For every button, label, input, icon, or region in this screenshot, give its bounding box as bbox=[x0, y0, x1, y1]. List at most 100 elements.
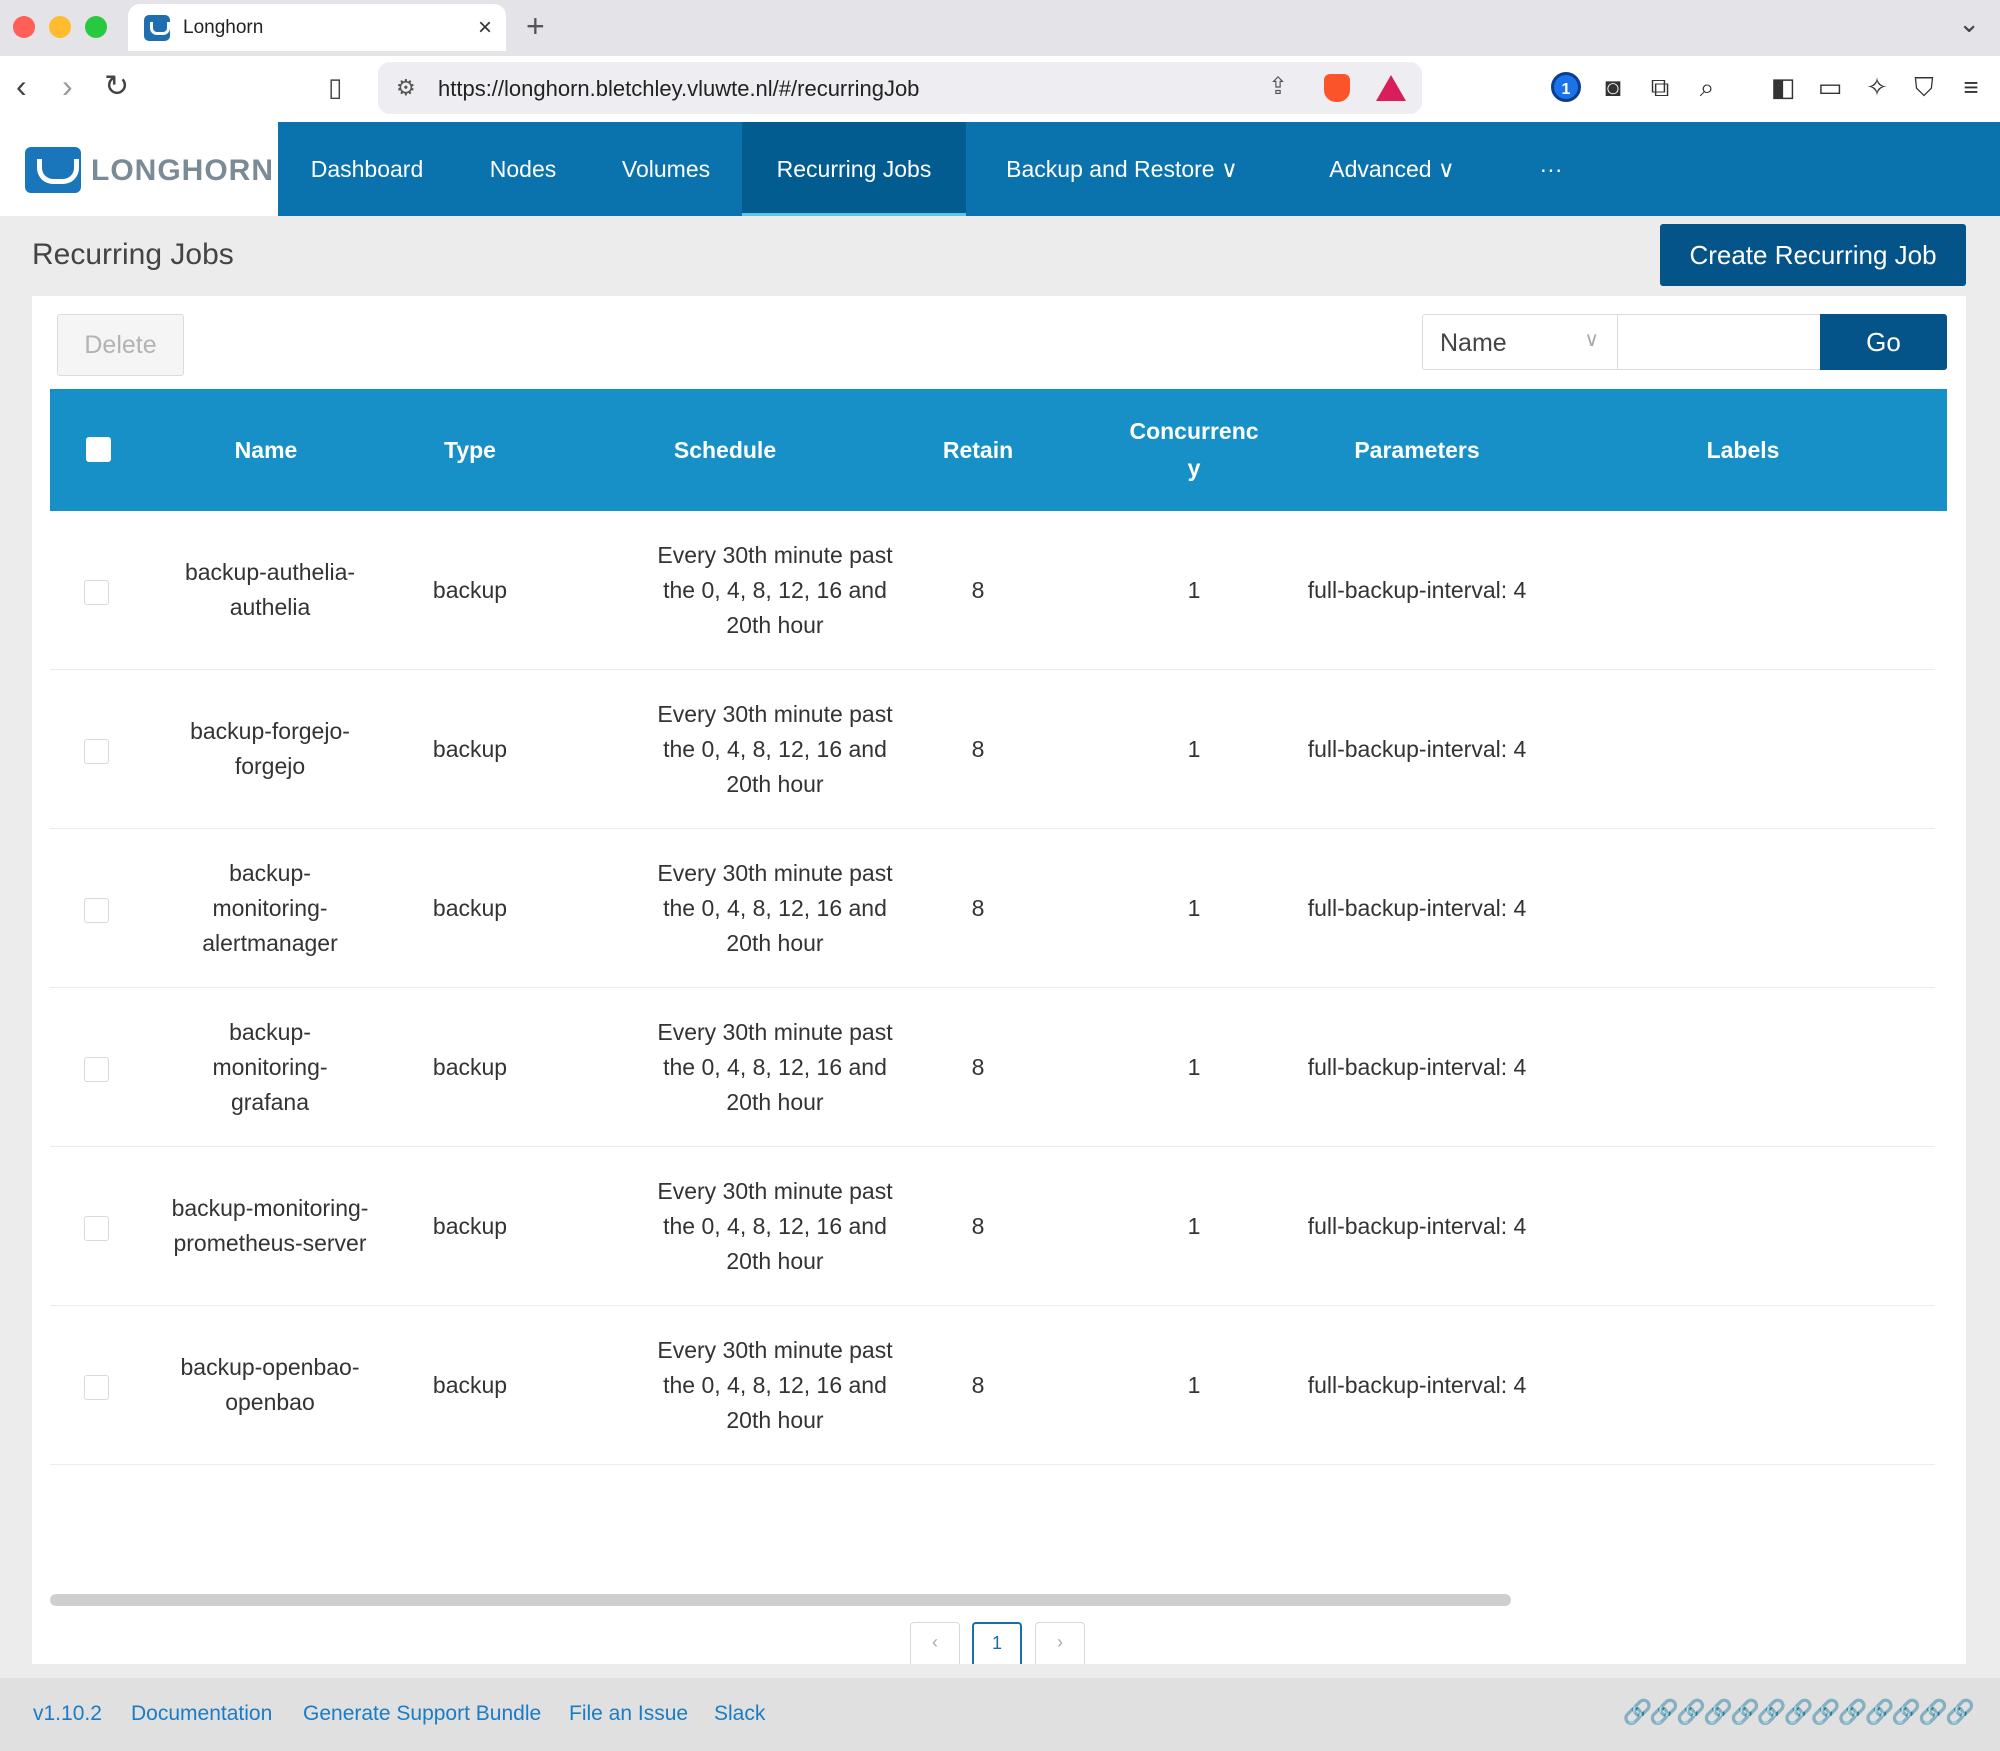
connected-chain-icon: 🔗 bbox=[1837, 1699, 1868, 1726]
cell-concurrency: 1 bbox=[1187, 576, 1201, 603]
footer-slack-link[interactable]: Slack bbox=[714, 1702, 765, 1726]
cell-labels bbox=[1670, 511, 1816, 669]
forward-icon[interactable]: › bbox=[62, 70, 73, 102]
cell-schedule: Every 30th minute past the 0, 4, 8, 12, … bbox=[657, 859, 893, 956]
cell-name[interactable]: backup-monitoring-prometheus-server bbox=[170, 1147, 370, 1305]
column-header-name[interactable]: Name bbox=[142, 389, 390, 511]
back-icon[interactable]: ‹ bbox=[16, 70, 27, 102]
row-checkbox[interactable] bbox=[84, 739, 109, 764]
chevron-down-icon: ∨ bbox=[1584, 329, 1599, 351]
footer-support-bundle-link[interactable]: Generate Support Bundle bbox=[303, 1702, 541, 1726]
filter-field-select[interactable]: Name ∨ bbox=[1422, 314, 1618, 370]
extension-icon[interactable]: ◙ bbox=[1598, 72, 1628, 102]
cell-name[interactable]: backup-forgejo-forgejo bbox=[180, 670, 360, 828]
nav-recurring-jobs[interactable]: Recurring Jobs bbox=[742, 122, 966, 216]
column-header-concurrency[interactable]: Concurrenc y bbox=[1129, 389, 1258, 511]
cell-retain: 8 bbox=[971, 1212, 985, 1239]
filter-field-value: Name bbox=[1440, 329, 1507, 357]
footer: v1.10.2 Documentation Generate Support B… bbox=[0, 1678, 2000, 1751]
tab-close-icon[interactable]: × bbox=[478, 14, 492, 42]
cell-labels bbox=[1670, 1306, 1816, 1464]
bookmark-icon[interactable]: ▯ bbox=[328, 74, 342, 100]
zoom-window-button[interactable] bbox=[85, 16, 107, 38]
cell-schedule: Every 30th minute past the 0, 4, 8, 12, … bbox=[657, 1018, 893, 1115]
tab-title: Longhorn bbox=[183, 17, 264, 38]
recurring-jobs-card: Delete Name ∨ Go Name Type Schedule Reta… bbox=[32, 296, 1966, 1664]
close-window-button[interactable] bbox=[13, 16, 35, 38]
new-tab-button[interactable]: + bbox=[526, 8, 545, 45]
wallet-icon[interactable]: ▭ bbox=[1815, 72, 1845, 102]
footer-documentation-link[interactable]: Documentation bbox=[131, 1702, 272, 1726]
nav-dashboard[interactable]: Dashboard bbox=[278, 122, 456, 216]
cell-type: backup bbox=[432, 735, 508, 762]
table-row: backup-authelia-authelia backup Every 30… bbox=[50, 511, 1935, 670]
row-checkbox[interactable] bbox=[84, 1057, 109, 1082]
connection-status-chain-icons: 🔗🔗🔗🔗🔗🔗🔗🔗🔗🔗🔗🔗🔗 bbox=[1622, 1699, 1975, 1726]
nav-advanced[interactable]: Advanced ∨ bbox=[1298, 122, 1486, 216]
cell-name[interactable]: backup-authelia-authelia bbox=[170, 511, 370, 669]
cell-name[interactable]: backup-monitoring-alertmanager bbox=[190, 829, 350, 987]
cell-retain: 8 bbox=[971, 735, 985, 762]
cell-parameters: full-backup-interval: 4 bbox=[1307, 894, 1527, 921]
sidebar-icon[interactable]: ◧ bbox=[1768, 72, 1798, 102]
nav-backup-and-restore[interactable]: Backup and Restore ∨ bbox=[966, 122, 1278, 216]
pagination-next-button[interactable]: › bbox=[1035, 1622, 1085, 1664]
column-header-labels[interactable]: Labels bbox=[1670, 389, 1816, 511]
horizontal-scrollbar[interactable] bbox=[50, 1594, 1511, 1606]
row-checkbox[interactable] bbox=[84, 898, 109, 923]
cell-type: backup bbox=[432, 576, 508, 603]
cell-parameters: full-backup-interval: 4 bbox=[1307, 576, 1527, 603]
page-content: Recurring Jobs Create Recurring Job Dele… bbox=[0, 216, 2000, 1678]
page-title: Recurring Jobs bbox=[32, 238, 234, 271]
column-header-parameters[interactable]: Parameters bbox=[1242, 389, 1592, 511]
tab-list-chevron-icon[interactable]: ⌄ bbox=[1958, 8, 1980, 39]
puzzle-extensions-icon[interactable]: ⧉ bbox=[1645, 72, 1675, 102]
address-bar[interactable]: ⚙ https://longhorn.bletchley.vluwte.nl/#… bbox=[378, 62, 1422, 114]
table-row: backup-monitoring-grafana backup Every 3… bbox=[50, 988, 1935, 1147]
cell-concurrency: 1 bbox=[1187, 1053, 1201, 1080]
minimize-window-button[interactable] bbox=[49, 16, 71, 38]
cell-name[interactable]: backup-openbao-openbao bbox=[170, 1306, 370, 1464]
url-text[interactable]: https://longhorn.bletchley.vluwte.nl/#/r… bbox=[438, 76, 919, 102]
reload-icon[interactable]: ↻ bbox=[104, 72, 129, 102]
column-header-schedule[interactable]: Schedule bbox=[550, 389, 900, 511]
vpn-shield-icon[interactable]: ⛉ bbox=[1909, 72, 1939, 102]
column-header-type[interactable]: Type bbox=[390, 389, 550, 511]
menu-icon[interactable]: ≡ bbox=[1956, 72, 1986, 102]
footer-file-issue-link[interactable]: File an Issue bbox=[569, 1702, 688, 1726]
create-recurring-job-button[interactable]: Create Recurring Job bbox=[1660, 224, 1966, 286]
pagination-page-1[interactable]: 1 bbox=[972, 1622, 1022, 1664]
row-checkbox[interactable] bbox=[84, 1216, 109, 1241]
password-manager-icon[interactable]: 1 bbox=[1551, 72, 1581, 102]
cell-concurrency: 1 bbox=[1187, 1212, 1201, 1239]
longhorn-logo[interactable]: LONGHORN bbox=[0, 122, 278, 216]
cell-name[interactable]: backup-monitoring-grafana bbox=[190, 988, 350, 1146]
table-header: Name Type Schedule Retain Concurrenc y P… bbox=[50, 389, 1947, 511]
filter-value-input[interactable] bbox=[1618, 314, 1822, 370]
row-checkbox[interactable] bbox=[84, 580, 109, 605]
table-row: backup-monitoring-alertmanager backup Ev… bbox=[50, 829, 1935, 988]
brave-rewards-icon[interactable] bbox=[1376, 75, 1406, 101]
select-all-checkbox[interactable] bbox=[86, 437, 111, 462]
nav-nodes[interactable]: Nodes bbox=[456, 122, 590, 216]
logo-text: LONGHORN bbox=[91, 154, 274, 187]
row-checkbox[interactable] bbox=[84, 1375, 109, 1400]
cell-schedule: Every 30th minute past the 0, 4, 8, 12, … bbox=[657, 541, 893, 638]
footer-version-link[interactable]: v1.10.2 bbox=[33, 1702, 102, 1726]
nav-volumes[interactable]: Volumes bbox=[590, 122, 742, 216]
share-icon[interactable]: ⇪ bbox=[1268, 72, 1288, 101]
table-row: backup-openbao-openbao backup Every 30th… bbox=[50, 1306, 1935, 1465]
leo-ai-icon[interactable]: ✧ bbox=[1862, 72, 1892, 102]
browser-tab[interactable]: Longhorn × bbox=[128, 4, 506, 51]
app-navbar: LONGHORN Dashboard Nodes Volumes Recurri… bbox=[0, 122, 2000, 216]
brave-shields-icon[interactable] bbox=[1324, 74, 1350, 102]
cell-schedule: Every 30th minute past the 0, 4, 8, 12, … bbox=[657, 1336, 893, 1433]
delete-button[interactable]: Delete bbox=[57, 314, 184, 376]
column-header-retain[interactable]: Retain bbox=[900, 389, 1056, 511]
search-page-icon[interactable]: ⌕ bbox=[1692, 72, 1722, 102]
go-button[interactable]: Go bbox=[1820, 314, 1947, 370]
site-settings-icon[interactable]: ⚙ bbox=[396, 75, 416, 101]
nav-more[interactable]: ··· bbox=[1516, 122, 1586, 216]
pagination-prev-button[interactable]: ‹ bbox=[910, 1622, 960, 1664]
cell-schedule: Every 30th minute past the 0, 4, 8, 12, … bbox=[657, 700, 893, 797]
